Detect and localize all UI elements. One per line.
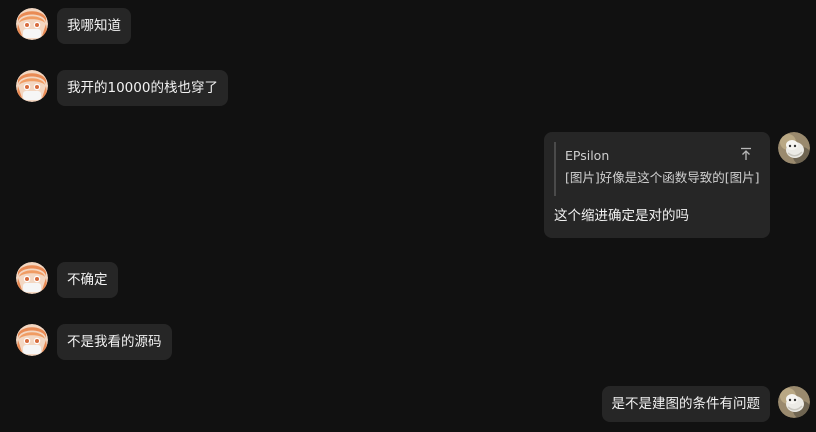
message-row: 我开的10000的栈也穿了: [16, 70, 276, 110]
quoted-message[interactable]: EPsilon [图片]好像是这个函数导致的[图片]: [554, 142, 760, 196]
anime-girl-avatar-icon: [16, 324, 48, 356]
message-text: 是不是建图的条件有问题: [611, 396, 761, 412]
message-bubble-with-quote[interactable]: EPsilon [图片]好像是这个函数导致的[图片] 这个缩进确定是对的吗: [544, 132, 770, 238]
message-row: 是不是建图的条件有问题: [540, 386, 810, 424]
own-avatar[interactable]: [778, 386, 810, 418]
message-text: 这个缩进确定是对的吗: [554, 208, 689, 224]
message-text: 不确定: [67, 272, 108, 288]
anime-girl-avatar-icon: [16, 8, 48, 40]
quoted-author: EPsilon: [565, 148, 610, 163]
sender-avatar[interactable]: [16, 70, 48, 102]
message-bubble[interactable]: 我开的10000的栈也穿了: [57, 70, 228, 106]
jump-to-top-icon[interactable]: [738, 146, 754, 162]
message-row: 我哪知道: [16, 8, 216, 48]
message-bubble[interactable]: 不确定: [57, 262, 118, 298]
cat-photo-avatar-icon: [778, 132, 810, 164]
anime-girl-avatar-icon: [16, 70, 48, 102]
sender-avatar[interactable]: [16, 8, 48, 40]
message-row: 不是我看的源码: [16, 324, 216, 364]
cat-photo-avatar-icon: [778, 386, 810, 418]
message-text: 我开的10000的栈也穿了: [67, 80, 218, 96]
message-row: EPsilon [图片]好像是这个函数导致的[图片] 这个缩进确定是对的吗: [544, 132, 810, 238]
anime-girl-avatar-icon: [16, 262, 48, 294]
message-text: 我哪知道: [67, 18, 121, 34]
sender-avatar[interactable]: [16, 262, 48, 294]
sender-avatar[interactable]: [16, 324, 48, 356]
own-avatar[interactable]: [778, 132, 810, 164]
message-bubble[interactable]: 我哪知道: [57, 8, 131, 44]
message-row: 不确定: [16, 262, 156, 302]
message-text: 不是我看的源码: [67, 334, 162, 350]
message-bubble[interactable]: 是不是建图的条件有问题: [601, 386, 770, 422]
chat-message-list: 我哪知道 我开的10000的栈也穿了 EPsilon [图片]好像是这个函数导致…: [0, 0, 816, 432]
message-bubble[interactable]: 不是我看的源码: [57, 324, 172, 360]
quoted-text: [图片]好像是这个函数导致的[图片]: [565, 170, 760, 185]
